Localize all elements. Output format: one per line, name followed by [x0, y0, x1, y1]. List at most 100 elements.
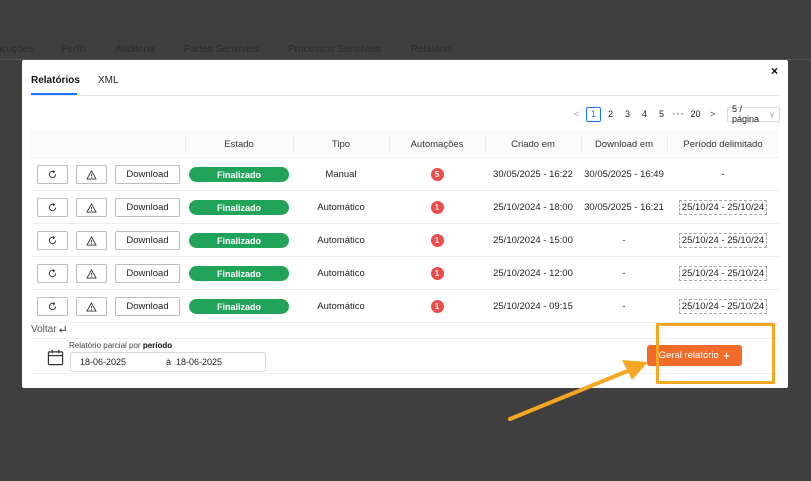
warning-button[interactable] [76, 198, 107, 217]
download-button[interactable]: Download [115, 264, 180, 283]
date-to-input[interactable]: 18-06-2025 [176, 357, 222, 367]
generate-report-button[interactable]: Geral relatório + [647, 345, 742, 366]
date-range-separator: à [166, 357, 172, 367]
tab-divider [31, 95, 779, 96]
return-icon [58, 325, 66, 333]
date-range-picker[interactable]: 18-06-2025 à 18-06-2025 [70, 352, 266, 372]
voltar-link[interactable]: Voltar [31, 324, 67, 335]
page-1-button[interactable]: 1 [586, 106, 601, 122]
download-button[interactable]: Download [115, 165, 180, 184]
criado-em-cell: 25/10/2024 - 09:15 [493, 301, 573, 312]
page-20-button[interactable]: 20 [688, 107, 703, 122]
page-size-value: 5 / página [732, 104, 760, 124]
automacoes-cell: 1 [389, 224, 485, 257]
header-download-em: Download em [594, 138, 654, 150]
periodo-value: 25/10/24 - 25/10/24 [678, 299, 768, 314]
bg-tab-perfis: Perfis [61, 44, 87, 55]
automation-count-badge: 1 [430, 234, 444, 247]
automation-count-badge: 1 [430, 267, 444, 280]
download-em-cell: - [622, 235, 626, 246]
page-size-select[interactable]: 5 / página ∨ [727, 104, 780, 124]
download-em-cell: 30/05/2025 - 16:49 [584, 169, 664, 180]
reload-button[interactable] [37, 231, 68, 250]
reload-button[interactable] [37, 165, 68, 184]
plus-icon: + [722, 348, 731, 363]
criado-em-cell: 25/10/2024 - 18:00 [493, 202, 573, 213]
table-header: Estado Tipo Automações Criado em Downloa… [31, 130, 779, 158]
table-row: Download Finalizado Automático 1 25/10/2… [31, 191, 779, 224]
period-label: Relatório parcial por período [69, 341, 172, 350]
bg-tab-processos: Processos Sensíveis [288, 44, 381, 55]
bg-tab-auditoria: Auditoria [115, 44, 155, 55]
reports-modal: × Relatórios XML < 1 2 3 4 5 ••• 20 > 5 … [22, 60, 788, 388]
table-body: Download Finalizado Manual 5 30/05/2025 … [31, 158, 779, 323]
warning-icon [86, 202, 97, 213]
tipo-cell: Automático [317, 202, 365, 213]
warning-icon [86, 169, 97, 180]
download-button[interactable]: Download [115, 198, 180, 217]
download-button[interactable]: Download [115, 231, 180, 250]
bg-tab-relatorio: Relatório [411, 44, 452, 55]
warning-button[interactable] [76, 231, 107, 250]
periodo-cell: 25/10/24 - 25/10/24 [667, 290, 779, 323]
header-automacoes: Automações [410, 138, 464, 150]
date-from-input[interactable]: 18-06-2025 [80, 357, 126, 367]
tab-xml[interactable]: XML [98, 75, 119, 86]
tipo-cell: Automático [317, 268, 365, 279]
reload-button[interactable] [37, 198, 68, 217]
page-5-button[interactable]: 5 [654, 107, 669, 122]
reload-icon [48, 269, 57, 278]
table-row: Download Finalizado Manual 5 30/05/2025 … [31, 158, 779, 191]
tipo-cell: Automático [317, 301, 365, 312]
automation-count-badge: 1 [430, 201, 444, 214]
reports-table: Estado Tipo Automações Criado em Downloa… [31, 130, 779, 323]
download-em-cell: 30/05/2025 - 16:21 [584, 202, 664, 213]
periodo-value: 25/10/24 - 25/10/24 [678, 266, 768, 281]
warning-button[interactable] [76, 165, 107, 184]
generate-report-label: Geral relatório [658, 350, 719, 361]
warning-icon [86, 268, 97, 279]
periodo-cell: 25/10/24 - 25/10/24 [667, 191, 779, 224]
criado-em-cell: 25/10/2024 - 12:00 [493, 268, 573, 279]
warning-button[interactable] [76, 264, 107, 283]
prev-page-button[interactable]: < [569, 107, 584, 122]
periodo-value: - [721, 169, 725, 180]
page-3-button[interactable]: 3 [620, 107, 635, 122]
tipo-cell: Automático [317, 235, 365, 246]
next-page-button[interactable]: > [705, 107, 720, 122]
status-badge: Finalizado [189, 299, 289, 314]
criado-em-cell: 25/10/2024 - 15:00 [493, 235, 573, 246]
close-icon[interactable]: × [771, 64, 778, 78]
automacoes-cell: 1 [389, 191, 485, 224]
pagination: < 1 2 3 4 5 ••• 20 > 5 / página ∨ [568, 104, 780, 124]
warning-button[interactable] [76, 297, 107, 316]
table-row: Download Finalizado Automático 1 25/10/2… [31, 257, 779, 290]
reload-icon [48, 170, 57, 179]
automacoes-cell: 5 [389, 158, 485, 191]
page-2-button[interactable]: 2 [603, 107, 618, 122]
download-button[interactable]: Download [115, 297, 180, 316]
status-badge: Finalizado [189, 266, 289, 281]
voltar-label: Voltar [31, 324, 57, 335]
periodo-cell: 25/10/24 - 25/10/24 [667, 257, 779, 290]
page-4-button[interactable]: 4 [637, 107, 652, 122]
pagination-ellipsis[interactable]: ••• [671, 107, 686, 122]
automation-count-badge: 5 [430, 168, 444, 181]
table-row: Download Finalizado Automático 1 25/10/2… [31, 290, 779, 323]
automacoes-cell: 1 [389, 257, 485, 290]
header-actions [31, 130, 185, 158]
warning-icon [86, 301, 97, 312]
reload-button[interactable] [37, 264, 68, 283]
period-label-prefix: Relatório parcial por [69, 341, 143, 350]
header-tipo: Tipo [331, 138, 351, 150]
status-badge: Finalizado [189, 233, 289, 248]
periodo-value: 25/10/24 - 25/10/24 [678, 200, 768, 215]
tipo-cell: Manual [325, 169, 357, 180]
bg-tab-partes: Partes Sensíveis [184, 44, 260, 55]
calendar-icon [47, 349, 64, 366]
tab-relatorios[interactable]: Relatórios [31, 75, 80, 86]
warning-icon [86, 235, 97, 246]
status-badge: Finalizado [189, 200, 289, 215]
bg-tab-execucoes: ucuções [0, 44, 34, 55]
reload-button[interactable] [37, 297, 68, 316]
